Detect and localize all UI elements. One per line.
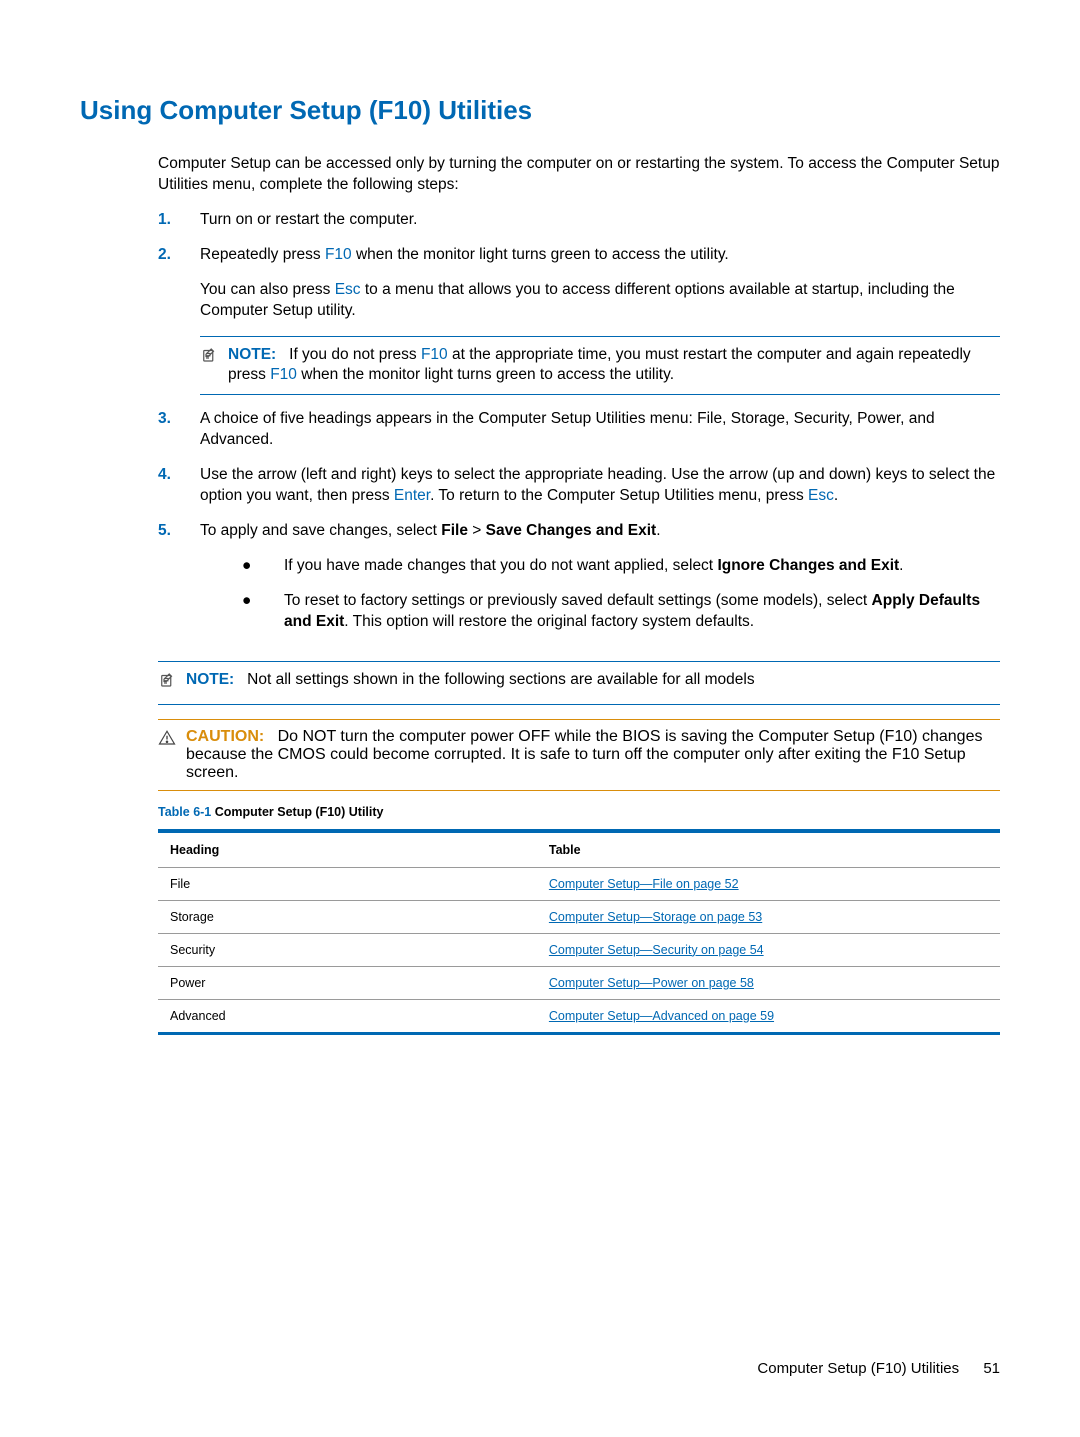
step-number: 3. bbox=[158, 409, 200, 451]
note-block: NOTE:If you do not press F10 at the appr… bbox=[200, 336, 1000, 396]
bullet-ignore: ● If you have made changes that you do n… bbox=[242, 556, 1000, 577]
text: To apply and save changes, select bbox=[200, 522, 441, 539]
text: . bbox=[834, 487, 838, 504]
cell-heading: Advanced bbox=[158, 999, 537, 1033]
steps-list-cont: 3. A choice of five headings appears in … bbox=[158, 409, 1000, 646]
step-4: 4. Use the arrow (left and right) keys t… bbox=[158, 465, 1000, 507]
link-security[interactable]: Computer Setup—Security on page 54 bbox=[549, 943, 764, 957]
th-table: Table bbox=[537, 831, 1000, 868]
body-content: Computer Setup can be accessed only by t… bbox=[158, 154, 1000, 705]
step-content: A choice of five headings appears in the… bbox=[200, 409, 1000, 451]
step-1: 1. Turn on or restart the computer. bbox=[158, 210, 1000, 231]
text: . bbox=[656, 522, 660, 539]
menu-file: File bbox=[441, 522, 468, 539]
intro-paragraph: Computer Setup can be accessed only by t… bbox=[158, 154, 1000, 196]
link-file[interactable]: Computer Setup—File on page 52 bbox=[549, 877, 739, 891]
bullet-marker: ● bbox=[242, 591, 284, 633]
table-row: Storage Computer Setup—Storage on page 5… bbox=[158, 900, 1000, 933]
menu-save-exit: Save Changes and Exit bbox=[486, 522, 657, 539]
cell-heading: File bbox=[158, 867, 537, 900]
text: To reset to factory settings or previous… bbox=[284, 592, 872, 609]
text: . bbox=[899, 557, 903, 574]
table-row: File Computer Setup—File on page 52 bbox=[158, 867, 1000, 900]
key-esc: Esc bbox=[808, 487, 834, 504]
note-label: NOTE: bbox=[228, 346, 289, 363]
key-f10: F10 bbox=[325, 246, 352, 263]
step-content: Repeatedly press F10 when the monitor li… bbox=[200, 245, 1000, 322]
note-icon bbox=[200, 346, 220, 371]
th-heading: Heading bbox=[158, 831, 537, 868]
caution-icon bbox=[158, 729, 178, 752]
footer-title: Computer Setup (F10) Utilities bbox=[757, 1360, 959, 1377]
note-icon bbox=[158, 671, 178, 696]
step-number: 5. bbox=[158, 521, 200, 647]
link-power[interactable]: Computer Setup—Power on page 58 bbox=[549, 976, 754, 990]
text: If you do not press bbox=[289, 346, 421, 363]
cell-heading: Security bbox=[158, 933, 537, 966]
key-enter: Enter bbox=[394, 487, 430, 504]
text: If you have made changes that you do not… bbox=[284, 557, 717, 574]
sub-bullets: ● If you have made changes that you do n… bbox=[200, 556, 1000, 633]
text: > bbox=[468, 522, 486, 539]
step-number: 4. bbox=[158, 465, 200, 507]
step-3: 3. A choice of five headings appears in … bbox=[158, 409, 1000, 451]
note-block: NOTE:Not all settings shown in the follo… bbox=[158, 661, 1000, 705]
page-number: 51 bbox=[983, 1360, 1000, 1377]
text: . This option will restore the original … bbox=[344, 613, 754, 630]
cell-heading: Storage bbox=[158, 900, 537, 933]
cell-heading: Power bbox=[158, 966, 537, 999]
table-row: Power Computer Setup—Power on page 58 bbox=[158, 966, 1000, 999]
table-header-row: Heading Table bbox=[158, 831, 1000, 868]
link-advanced[interactable]: Computer Setup—Advanced on page 59 bbox=[549, 1009, 774, 1023]
text: Repeatedly press bbox=[200, 246, 325, 263]
text: Not all settings shown in the following … bbox=[247, 671, 754, 688]
step-content: To apply and save changes, select File >… bbox=[200, 521, 1000, 647]
page-title: Using Computer Setup (F10) Utilities bbox=[80, 95, 1000, 126]
step-content: Turn on or restart the computer. bbox=[200, 210, 1000, 231]
setup-table: Heading Table File Computer Setup—File o… bbox=[158, 829, 1000, 1035]
step-content: Use the arrow (left and right) keys to s… bbox=[200, 465, 1000, 507]
key-f10: F10 bbox=[270, 366, 297, 383]
key-esc: Esc bbox=[335, 281, 361, 298]
step-5: 5. To apply and save changes, select Fil… bbox=[158, 521, 1000, 647]
link-storage[interactable]: Computer Setup—Storage on page 53 bbox=[549, 910, 762, 924]
key-f10: F10 bbox=[421, 346, 448, 363]
text: when the monitor light turns green to ac… bbox=[352, 246, 729, 263]
step-2: 2. Repeatedly press F10 when the monitor… bbox=[158, 245, 1000, 322]
step-number: 2. bbox=[158, 245, 200, 322]
bullet-marker: ● bbox=[242, 556, 284, 577]
text: . To return to the Computer Setup Utilit… bbox=[430, 487, 808, 504]
menu-ignore-exit: Ignore Changes and Exit bbox=[717, 557, 899, 574]
text: You can also press bbox=[200, 281, 335, 298]
caution-block: CAUTION:Do NOT turn the computer power O… bbox=[158, 719, 1000, 791]
step-number: 1. bbox=[158, 210, 200, 231]
bullet-apply-defaults: ● To reset to factory settings or previo… bbox=[242, 591, 1000, 633]
steps-list: 1. Turn on or restart the computer. 2. R… bbox=[158, 210, 1000, 322]
text: Do NOT turn the computer power OFF while… bbox=[186, 728, 982, 781]
table-caption: Table 6-1 Computer Setup (F10) Utility bbox=[158, 805, 1000, 819]
page-footer: Computer Setup (F10) Utilities 51 bbox=[757, 1360, 1000, 1377]
caution-label: CAUTION: bbox=[186, 728, 278, 745]
table-row: Security Computer Setup—Security on page… bbox=[158, 933, 1000, 966]
note-label: NOTE: bbox=[186, 671, 247, 688]
table-row: Advanced Computer Setup—Advanced on page… bbox=[158, 999, 1000, 1033]
text: when the monitor light turns green to ac… bbox=[297, 366, 674, 383]
